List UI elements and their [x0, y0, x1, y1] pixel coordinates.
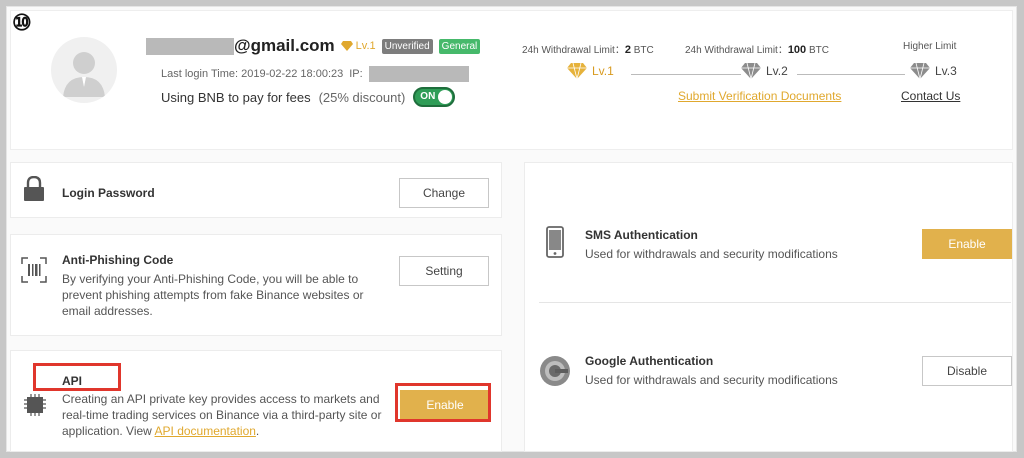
- level-3-label: Lv.3: [935, 64, 957, 78]
- google-disable-button[interactable]: Disable: [922, 356, 1012, 386]
- bnb-fee-label: Using BNB to pay for fees: [161, 89, 311, 105]
- level-connector: [797, 74, 905, 75]
- phone-icon: [546, 226, 564, 258]
- account-email: @gmail.com: [234, 36, 335, 55]
- toggle-state-label: ON: [420, 91, 436, 102]
- anti-phishing-card: Anti-Phishing Code By verifying your Ant…: [10, 234, 502, 336]
- change-password-button[interactable]: Change: [399, 178, 489, 208]
- toggle-knob: [438, 90, 453, 104]
- limit-lv1-unit: BTC: [633, 45, 654, 56]
- limit-lv2-prefix: 24h Withdrawal Limit：: [685, 45, 788, 56]
- bnb-discount-label: (25% discount): [318, 89, 406, 105]
- email-redaction: [146, 37, 234, 55]
- sms-enable-button[interactable]: Enable: [922, 229, 1012, 259]
- level-progress: Lv.1 Lv.2 Lv.3: [567, 63, 987, 87]
- level-1-label: Lv.1: [592, 64, 614, 78]
- limit-lv3: Higher Limit: [903, 41, 957, 52]
- sms-auth-title: SMS Authentication: [585, 228, 698, 242]
- sms-auth-description: Used for withdrawals and security modifi…: [585, 247, 838, 261]
- two-factor-card: SMS Authentication Used for withdrawals …: [524, 162, 1013, 452]
- limit-lv1-prefix: 24h Withdrawal Limit：: [522, 45, 625, 56]
- level-2: Lv.2: [741, 63, 788, 79]
- level-1: Lv.1: [567, 63, 614, 79]
- chip-icon: [24, 394, 46, 416]
- diamond-icon: [340, 41, 353, 51]
- submit-verification-link[interactable]: Submit Verification Documents: [678, 89, 841, 103]
- limit-lv2: 24h Withdrawal Limit：100 BTC: [685, 41, 829, 56]
- profile-card: @gmail.com Lv.1 Unverified General Last …: [10, 10, 1013, 150]
- email-row: @gmail.com Lv.1 Unverified General: [146, 36, 481, 56]
- level-connector: [631, 74, 741, 75]
- api-description-suffix: .: [255, 424, 260, 438]
- lock-icon: [24, 176, 44, 201]
- login-password-card: Login Password Change: [10, 162, 502, 218]
- anti-phishing-title: Anti-Phishing Code: [62, 253, 174, 267]
- bnb-fee-toggle[interactable]: ON: [413, 87, 456, 107]
- step-marker: ⑩: [12, 10, 32, 35]
- login-password-title: Login Password: [62, 186, 155, 200]
- level-3: Lv.3: [910, 63, 957, 79]
- section-divider: [539, 302, 1011, 303]
- last-login-row: Last login Time: 2019-02-22 18:00:23 IP:: [161, 66, 469, 82]
- api-enable-highlight-box: [395, 383, 491, 422]
- last-login-time: Last login Time: 2019-02-22 18:00:23: [161, 68, 344, 80]
- diamond-gold-icon: [567, 63, 587, 79]
- limit-lv1: 24h Withdrawal Limit：2 BTC: [522, 41, 654, 56]
- limit-lv1-amount: 2: [624, 44, 631, 56]
- api-title-highlight-box: [33, 363, 121, 391]
- contact-us-link[interactable]: Contact Us: [901, 89, 960, 103]
- api-documentation-link[interactable]: API documentation: [155, 424, 256, 438]
- general-tag: General: [438, 38, 481, 54]
- user-avatar-icon: [63, 52, 105, 97]
- barcode-icon: [21, 257, 47, 283]
- bnb-fee-row: Using BNB to pay for fees (25% discount)…: [161, 87, 456, 107]
- limit-lv2-unit: BTC: [808, 45, 829, 56]
- diamond-gray-icon: [910, 63, 930, 79]
- level-badge-label: Lv.1: [355, 40, 376, 52]
- avatar: [51, 37, 117, 103]
- level-badge: Lv.1: [340, 40, 376, 52]
- unverified-tag: Unverified: [381, 38, 433, 54]
- google-auth-description: Used for withdrawals and security modifi…: [585, 373, 838, 387]
- google-auth-title: Google Authentication: [585, 354, 714, 368]
- limit-lv2-amount: 100: [787, 44, 807, 56]
- anti-phishing-setting-button[interactable]: Setting: [399, 256, 489, 286]
- level-2-label: Lv.2: [766, 64, 788, 78]
- diamond-gray-icon: [741, 63, 761, 79]
- api-description: Creating an API private key provides acc…: [62, 391, 387, 439]
- ip-label: IP:: [349, 68, 363, 80]
- google-authenticator-icon: [540, 356, 570, 386]
- ip-redaction: [368, 66, 469, 82]
- anti-phishing-description: By verifying your Anti-Phishing Code, yo…: [62, 272, 364, 318]
